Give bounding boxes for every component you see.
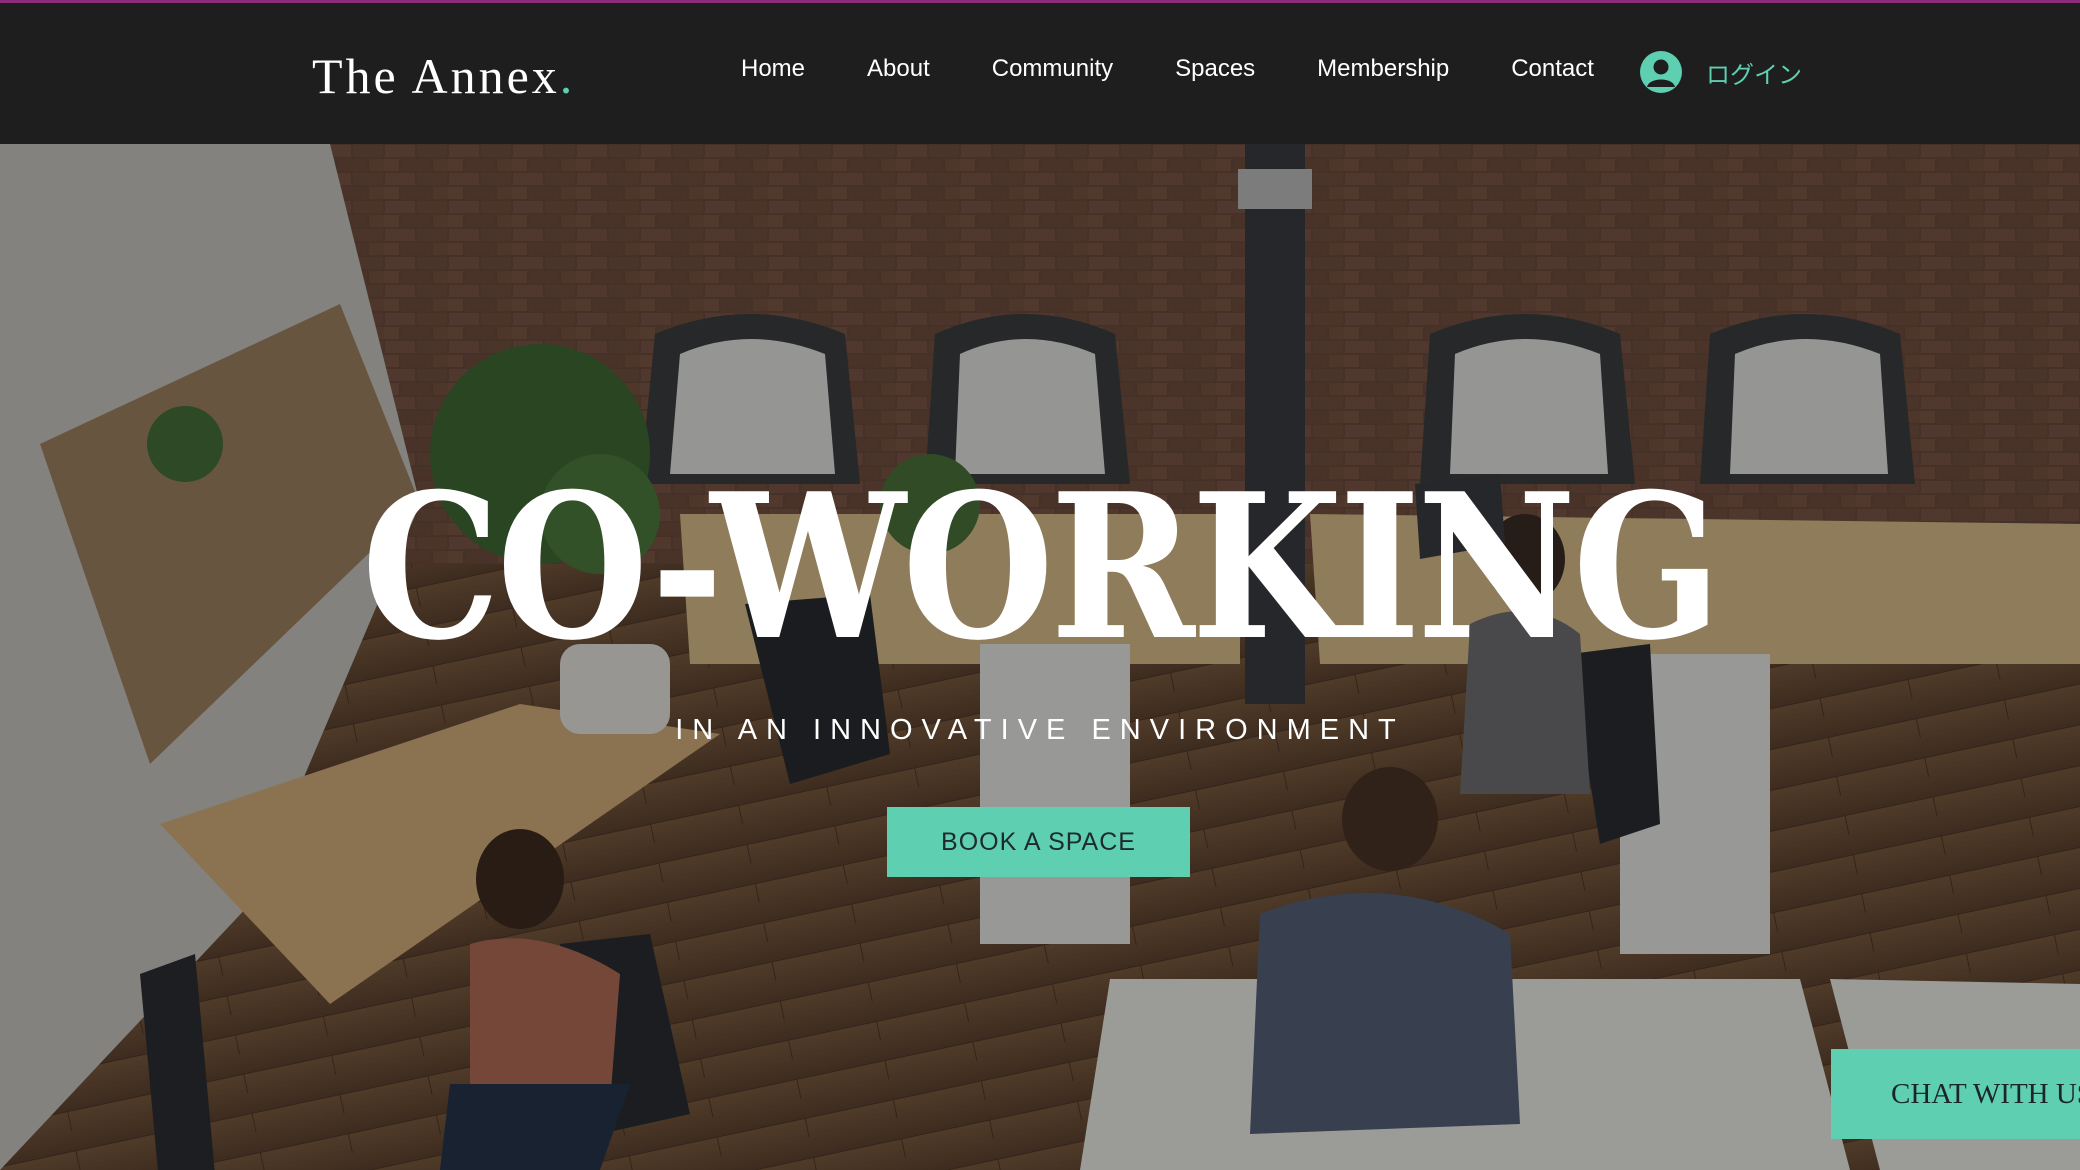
site-logo[interactable]: The Annex.	[312, 47, 575, 105]
login-label: ログイン	[1706, 61, 1802, 89]
chat-with-us-button[interactable]: CHAT WITH US	[1831, 1049, 2080, 1139]
hero-section: CO-WORKING IN AN INNOVATIVE ENVIRONMENT …	[0, 144, 2080, 1170]
page: The Annex. Home About Community Spaces M…	[0, 0, 2080, 1170]
nav-item-membership[interactable]: Membership	[1317, 55, 1449, 83]
main-nav: Home About Community Spaces Membership C…	[710, 55, 1625, 83]
user-avatar-icon	[1640, 51, 1682, 93]
nav-item-spaces[interactable]: Spaces	[1175, 55, 1255, 83]
nav-item-about[interactable]: About	[867, 55, 930, 83]
site-header: The Annex. Home About Community Spaces M…	[0, 3, 2080, 144]
logo-text: The Annex	[312, 48, 560, 104]
login-button[interactable]: ログイン	[1640, 51, 1802, 93]
nav-item-community[interactable]: Community	[992, 55, 1113, 83]
hero-title: CO-WORKING	[361, 450, 1722, 685]
nav-item-home[interactable]: Home	[741, 55, 805, 83]
book-a-space-button[interactable]: BOOK A SPACE	[887, 807, 1190, 877]
hero-subtitle: IN AN INNOVATIVE ENVIRONMENT	[675, 714, 1405, 746]
nav-item-contact[interactable]: Contact	[1511, 55, 1594, 83]
logo-dot: .	[559, 48, 576, 104]
